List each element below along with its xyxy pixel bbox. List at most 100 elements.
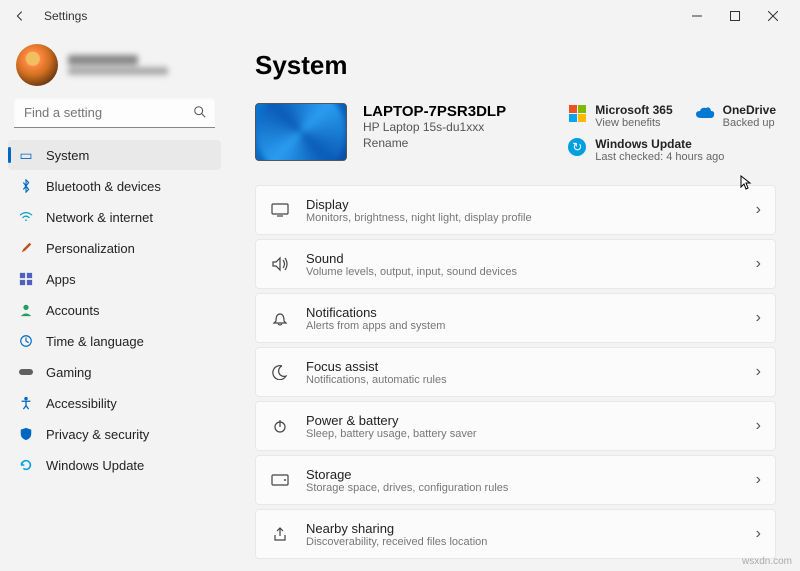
card-title: Sound — [306, 251, 740, 266]
card-subtitle: Notifications, automatic rules — [306, 374, 740, 386]
storage-icon — [270, 470, 290, 490]
card-title: Nearby sharing — [306, 521, 740, 536]
card-title: Display — [306, 197, 740, 212]
bluetooth-icon — [18, 178, 34, 194]
card-notifications[interactable]: NotificationsAlerts from apps and system… — [255, 293, 776, 343]
device-model: HP Laptop 15s-du1xxx — [363, 120, 506, 134]
person-icon — [18, 302, 34, 318]
display-icon — [270, 200, 290, 220]
sidebar-item-gaming[interactable]: Gaming — [8, 357, 221, 387]
chevron-right-icon: › — [756, 255, 761, 273]
card-subtitle: Volume levels, output, input, sound devi… — [306, 266, 740, 278]
card-focus-assist[interactable]: Focus assistNotifications, automatic rul… — [255, 347, 776, 397]
page-title: System — [255, 50, 776, 81]
search-input[interactable] — [14, 98, 215, 128]
titlebar: Settings — [0, 0, 800, 32]
sidebar-item-time[interactable]: Time & language — [8, 326, 221, 356]
settings-list: DisplayMonitors, brightness, night light… — [255, 185, 776, 571]
card-title: Notifications — [306, 305, 740, 320]
rename-link[interactable]: Rename — [363, 136, 506, 150]
sidebar-item-label: Network & internet — [46, 210, 153, 225]
profile-section[interactable] — [8, 40, 221, 98]
chevron-right-icon: › — [756, 363, 761, 381]
card-storage[interactable]: StorageStorage space, drives, configurat… — [255, 455, 776, 505]
card-display[interactable]: DisplayMonitors, brightness, night light… — [255, 185, 776, 235]
close-button[interactable] — [754, 2, 792, 30]
card-subtitle: Sleep, battery usage, battery saver — [306, 428, 740, 440]
tile-title: Microsoft 365 — [595, 103, 672, 117]
sidebar-item-privacy[interactable]: Privacy & security — [8, 419, 221, 449]
sidebar-item-apps[interactable]: Apps — [8, 264, 221, 294]
tile-title: Windows Update — [595, 137, 724, 151]
card-power-battery[interactable]: Power & batterySleep, battery usage, bat… — [255, 401, 776, 451]
chevron-right-icon: › — [756, 471, 761, 489]
sound-icon — [270, 254, 290, 274]
sidebar-item-network[interactable]: Network & internet — [8, 202, 221, 232]
card-nearby-sharing[interactable]: Nearby sharingDiscoverability, received … — [255, 509, 776, 559]
sidebar-item-personalization[interactable]: Personalization — [8, 233, 221, 263]
chevron-right-icon: › — [756, 309, 761, 327]
tile-title: OneDrive — [723, 103, 776, 117]
card-title: Power & battery — [306, 413, 740, 428]
sidebar-item-label: Privacy & security — [46, 427, 149, 442]
card-subtitle: Alerts from apps and system — [306, 320, 740, 332]
sidebar-item-label: Bluetooth & devices — [46, 179, 161, 194]
avatar — [16, 44, 58, 86]
chevron-right-icon: › — [756, 201, 761, 219]
card-subtitle: Monitors, brightness, night light, displ… — [306, 212, 740, 224]
accessibility-icon — [18, 395, 34, 411]
sidebar-item-windows-update[interactable]: Windows Update — [8, 450, 221, 480]
wifi-icon — [18, 209, 34, 225]
device-row: LAPTOP-7PSR3DLP HP Laptop 15s-du1xxx Ren… — [255, 103, 776, 163]
microsoft-logo-icon — [567, 103, 587, 123]
tile-subtitle: Backed up — [723, 117, 776, 129]
cloud-icon — [695, 103, 715, 123]
sidebar-item-label: Time & language — [46, 334, 144, 349]
tile-subtitle: View benefits — [595, 117, 672, 129]
sidebar-item-label: Apps — [46, 272, 76, 287]
tile-onedrive[interactable]: OneDriveBacked up — [695, 103, 776, 129]
main-content: System LAPTOP-7PSR3DLP HP Laptop 15s-du1… — [225, 32, 800, 571]
moon-icon — [270, 362, 290, 382]
sidebar-item-label: Accounts — [46, 303, 99, 318]
profile-text — [68, 55, 168, 75]
card-sound[interactable]: SoundVolume levels, output, input, sound… — [255, 239, 776, 289]
shield-icon — [18, 426, 34, 442]
gamepad-icon — [18, 364, 34, 380]
minimize-button[interactable] — [678, 2, 716, 30]
sidebar-item-label: System — [46, 148, 89, 163]
search-icon — [193, 105, 207, 124]
window-title: Settings — [44, 9, 87, 23]
chevron-right-icon: › — [756, 525, 761, 543]
card-subtitle: Discoverability, received files location — [306, 536, 740, 548]
device-thumbnail[interactable] — [255, 103, 347, 161]
power-icon — [270, 416, 290, 436]
apps-icon — [18, 271, 34, 287]
maximize-button[interactable] — [716, 2, 754, 30]
sidebar-item-system[interactable]: ▭ System — [8, 140, 221, 170]
sidebar-item-label: Accessibility — [46, 396, 117, 411]
sidebar-item-label: Windows Update — [46, 458, 144, 473]
update-circle-icon: ↻ — [567, 137, 587, 157]
sidebar-item-accounts[interactable]: Accounts — [8, 295, 221, 325]
card-subtitle: Storage space, drives, configuration rul… — [306, 482, 740, 494]
search-box[interactable] — [14, 98, 215, 128]
tile-subtitle: Last checked: 4 hours ago — [595, 151, 724, 163]
nav: ▭ System Bluetooth & devices Network & i… — [8, 140, 221, 480]
tile-microsoft-365[interactable]: Microsoft 365View benefits — [567, 103, 672, 129]
watermark: wsxdn.com — [742, 556, 792, 567]
sidebar-item-bluetooth[interactable]: Bluetooth & devices — [8, 171, 221, 201]
back-button[interactable] — [8, 4, 32, 28]
clock-icon — [18, 333, 34, 349]
sidebar: ▭ System Bluetooth & devices Network & i… — [0, 32, 225, 571]
card-title: Focus assist — [306, 359, 740, 374]
device-name: LAPTOP-7PSR3DLP — [363, 103, 506, 120]
system-icon: ▭ — [18, 147, 34, 163]
brush-icon — [18, 240, 34, 256]
tile-windows-update[interactable]: ↻ Windows UpdateLast checked: 4 hours ag… — [567, 137, 776, 163]
update-icon — [18, 457, 34, 473]
chevron-right-icon: › — [756, 417, 761, 435]
sidebar-item-label: Personalization — [46, 241, 135, 256]
sidebar-item-accessibility[interactable]: Accessibility — [8, 388, 221, 418]
sidebar-item-label: Gaming — [46, 365, 92, 380]
